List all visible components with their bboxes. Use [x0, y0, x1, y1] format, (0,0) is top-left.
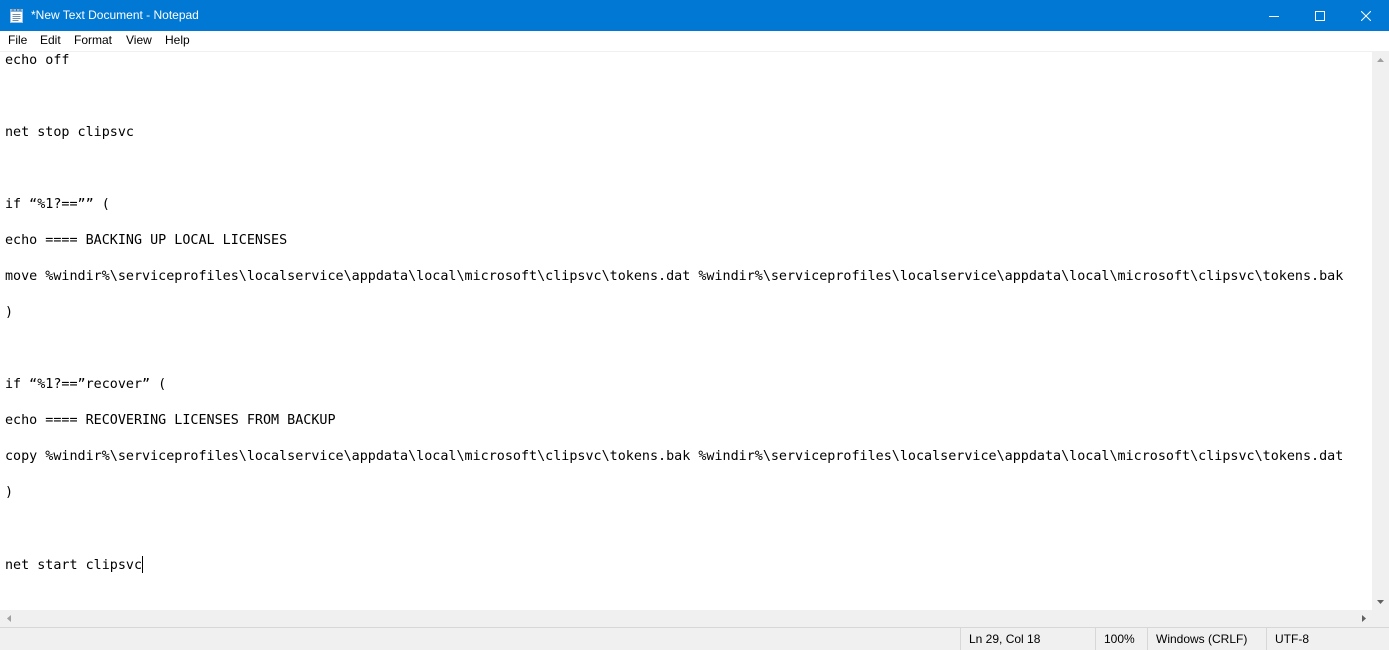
editor-line-text: net start clipsvc — [5, 558, 143, 573]
scroll-left-icon[interactable] — [0, 610, 17, 627]
scroll-corner — [1372, 610, 1389, 627]
editor-line-text: move %windir%\serviceprofiles\localservi… — [5, 269, 1344, 284]
editor-line[interactable]: if “%1?==”recover” ( — [5, 376, 1343, 394]
scroll-down-icon[interactable] — [1372, 593, 1389, 610]
editor-line[interactable]: ​ — [5, 358, 1343, 376]
editor-line[interactable]: ​ — [5, 160, 1343, 178]
menu-help[interactable]: Help — [165, 33, 190, 48]
editor-line[interactable]: echo ==== RECOVERING LICENSES FROM BACKU… — [5, 412, 1343, 430]
status-encoding: UTF-8 — [1266, 628, 1389, 650]
editor-line-text: copy %windir%\serviceprofiles\localservi… — [5, 449, 1344, 464]
scroll-up-icon[interactable] — [1372, 51, 1389, 68]
menu-bar: File Edit Format View Help — [0, 31, 1389, 50]
editor-line[interactable]: ​ — [5, 502, 1343, 520]
maximize-icon — [1315, 10, 1325, 21]
notepad-window: *New Text Document - Notepad File Edit F… — [0, 0, 1389, 650]
editor-line[interactable]: ​ — [5, 520, 1343, 538]
close-icon — [1361, 10, 1371, 21]
editor-line[interactable]: ​ — [5, 466, 1343, 484]
editor-line[interactable]: if “%1?==”” ( — [5, 196, 1343, 214]
status-line-ending: Windows (CRLF) — [1147, 628, 1266, 650]
editor-line[interactable]: ​ — [5, 70, 1343, 88]
text-editor[interactable]: echo off​​​net stop clipsvc​​​if “%1?==”… — [0, 51, 1372, 611]
editor-line[interactable]: echo ==== BACKING UP LOCAL LICENSES — [5, 232, 1343, 250]
editor-line-text: echo ==== BACKING UP LOCAL LICENSES — [5, 233, 288, 248]
editor-line[interactable]: ​ — [5, 178, 1343, 196]
status-bar: Ln 29, Col 18 100% Windows (CRLF) UTF-8 — [0, 627, 1389, 650]
editor-line[interactable]: net start clipsvc — [5, 556, 1343, 574]
notepad-icon — [10, 8, 23, 23]
editor-line[interactable]: ) — [5, 304, 1343, 322]
title-bar[interactable]: *New Text Document - Notepad — [0, 0, 1389, 31]
editor-line[interactable]: ​ — [5, 214, 1343, 232]
editor-line[interactable]: ​ — [5, 538, 1343, 556]
editor-line[interactable]: ​ — [5, 286, 1343, 304]
vertical-scrollbar[interactable] — [1372, 51, 1389, 610]
editor-line[interactable]: copy %windir%\serviceprofiles\localservi… — [5, 448, 1343, 466]
editor-line[interactable]: ​ — [5, 106, 1343, 124]
editor-line-text: ) — [5, 485, 14, 500]
menu-view[interactable]: View — [126, 33, 152, 48]
editor-line[interactable]: ​ — [5, 340, 1343, 358]
close-button[interactable] — [1343, 0, 1389, 31]
editor-line-text: if “%1?==”” ( — [5, 197, 110, 212]
minimize-button[interactable] — [1251, 0, 1297, 31]
status-cursor-position: Ln 29, Col 18 — [960, 628, 1095, 650]
minimize-icon — [1269, 11, 1279, 21]
editor-line[interactable]: ​ — [5, 250, 1343, 268]
scroll-right-icon[interactable] — [1355, 610, 1372, 627]
editor-line-text: if “%1?==”recover” ( — [5, 377, 167, 392]
menu-format[interactable]: Format — [74, 33, 112, 48]
window-title: *New Text Document - Notepad — [31, 8, 199, 22]
text-caret — [142, 556, 144, 573]
horizontal-scrollbar[interactable] — [0, 610, 1372, 627]
editor-line-text: echo ==== RECOVERING LICENSES FROM BACKU… — [5, 413, 336, 428]
editor-line[interactable]: ​ — [5, 394, 1343, 412]
editor-line[interactable]: ​ — [5, 322, 1343, 340]
editor-line[interactable]: echo off — [5, 52, 1343, 70]
editor-line[interactable]: ​ — [5, 88, 1343, 106]
editor-line[interactable]: ​ — [5, 430, 1343, 448]
editor-line[interactable]: ) — [5, 484, 1343, 502]
editor-line[interactable]: move %windir%\serviceprofiles\localservi… — [5, 268, 1343, 286]
menu-file[interactable]: File — [8, 33, 27, 48]
editor-line-text: echo off — [5, 53, 70, 68]
status-zoom: 100% — [1095, 628, 1147, 650]
menu-edit[interactable]: Edit — [40, 33, 61, 48]
editor-line[interactable]: ​ — [5, 142, 1343, 160]
editor-content[interactable]: echo off​​​net stop clipsvc​​​if “%1?==”… — [5, 52, 1343, 574]
editor-line[interactable]: net stop clipsvc — [5, 124, 1343, 142]
editor-line-text: ) — [5, 305, 14, 320]
maximize-button[interactable] — [1297, 0, 1343, 31]
editor-line-text: net stop clipsvc — [5, 125, 134, 140]
